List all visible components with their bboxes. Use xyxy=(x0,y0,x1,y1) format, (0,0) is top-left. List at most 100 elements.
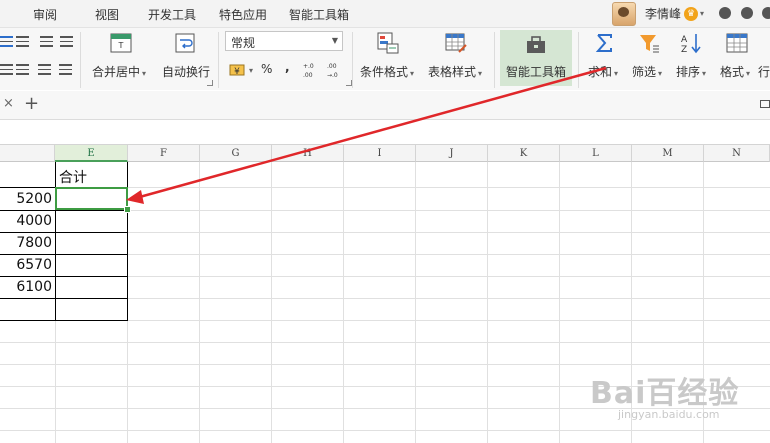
sum-button[interactable]: 求和 ▾ xyxy=(588,63,618,80)
menu-view[interactable]: 视图 xyxy=(95,6,119,23)
grid-line xyxy=(0,342,770,343)
selected-cell-e[interactable] xyxy=(55,187,128,210)
svg-text:.00: .00 xyxy=(327,63,337,70)
chevron-down-icon[interactable]: ▾ xyxy=(410,69,414,78)
decrease-decimal-icon[interactable]: .00 →.0 xyxy=(327,61,343,79)
filter-button[interactable]: 筛选 ▾ xyxy=(632,63,662,80)
close-tab-icon[interactable]: × xyxy=(3,96,14,111)
cell-d-value[interactable]: 6570 xyxy=(0,257,52,273)
fill-handle[interactable] xyxy=(124,206,131,213)
formula-bar[interactable] xyxy=(0,120,770,145)
cell-d-value[interactable]: 6100 xyxy=(0,279,52,295)
table-style-button[interactable]: 表格样式 ▾ xyxy=(428,63,482,80)
chevron-down-icon[interactable]: ▾ xyxy=(249,66,253,75)
wrap-text-icon[interactable] xyxy=(174,32,196,54)
help-icon[interactable] xyxy=(762,7,770,19)
table-style-icon[interactable] xyxy=(445,32,467,54)
sort-icon[interactable]: A Z xyxy=(680,32,702,54)
chevron-down-icon[interactable]: ▾ xyxy=(142,69,146,78)
avatar[interactable] xyxy=(612,1,636,26)
smart-toolbox-button[interactable]: 智能工具箱 xyxy=(500,30,572,86)
cell-d-value[interactable]: 7800 xyxy=(0,235,52,251)
conditional-format-icon[interactable] xyxy=(377,32,399,54)
svg-text:A: A xyxy=(681,35,688,45)
grid-line xyxy=(199,162,200,443)
new-tab-button[interactable]: + xyxy=(24,93,39,114)
align-right-icon[interactable] xyxy=(38,64,51,75)
svg-text:→.0: →.0 xyxy=(327,72,338,79)
align-center-icon[interactable] xyxy=(16,36,29,47)
divider xyxy=(352,32,353,88)
menu-review[interactable]: 审阅 xyxy=(33,6,57,23)
conditional-format-button[interactable]: 条件格式 ▾ xyxy=(360,63,414,80)
table-style-label: 表格样式 xyxy=(428,65,477,79)
column-header-g[interactable]: G xyxy=(200,145,272,162)
merge-center-icon[interactable]: T xyxy=(110,32,132,54)
ribbon: T 合并居中 ▾ 自动换行 常规 ▼ ¥ ▾ % , +.0 .00 .00 →.… xyxy=(0,28,770,90)
merge-center-label: 合并居中 xyxy=(92,65,141,79)
sum-icon[interactable] xyxy=(594,32,616,54)
comma-button[interactable]: , xyxy=(285,60,290,74)
format-icon[interactable] xyxy=(726,32,748,54)
column-header-d[interactable] xyxy=(0,145,55,162)
number-format-select[interactable]: 常规 ▼ xyxy=(225,31,343,51)
user-name[interactable]: 李情峰 xyxy=(645,5,681,22)
svg-text:T: T xyxy=(118,41,124,50)
align-middle-icon[interactable] xyxy=(16,64,29,75)
chevron-down-icon[interactable]: ▾ xyxy=(658,69,662,78)
chevron-down-icon[interactable]: ▾ xyxy=(614,69,618,78)
column-header-j[interactable]: J xyxy=(416,145,488,162)
cell-d-value[interactable]: 5200 xyxy=(0,191,52,207)
chevron-down-icon[interactable]: ▾ xyxy=(700,9,704,18)
align-left-icon[interactable] xyxy=(0,36,13,47)
wrap-text-button[interactable]: 自动换行 xyxy=(162,63,210,80)
column-header-h[interactable]: H xyxy=(272,145,344,162)
column-header-n[interactable]: N xyxy=(704,145,770,162)
toolbox-icon xyxy=(527,36,545,53)
column-header-i[interactable]: I xyxy=(344,145,416,162)
smart-toolbox-label: 智能工具箱 xyxy=(506,65,567,79)
column-header-e[interactable]: E xyxy=(55,145,128,162)
cell-d-value[interactable]: 4000 xyxy=(0,213,52,229)
grid-line xyxy=(559,162,560,443)
column-header-m[interactable]: M xyxy=(632,145,704,162)
cell-e-header-total[interactable]: 合计 xyxy=(59,167,87,187)
chevron-down-icon[interactable]: ▼ xyxy=(332,36,338,45)
align-bottom-icon[interactable] xyxy=(0,64,13,75)
grid-line xyxy=(0,430,770,431)
filter-label: 筛选 xyxy=(632,65,657,79)
border-line xyxy=(0,210,128,211)
merge-center-button[interactable]: 合并居中 ▾ xyxy=(92,63,146,80)
percent-button[interactable]: % xyxy=(261,62,272,76)
grid-line xyxy=(343,162,344,443)
restore-window-icon[interactable] xyxy=(760,100,770,108)
svg-text:¥: ¥ xyxy=(234,67,240,77)
format-button[interactable]: 格式 ▾ xyxy=(720,63,750,80)
settings-icon[interactable] xyxy=(741,7,753,19)
chevron-down-icon[interactable]: ▾ xyxy=(702,69,706,78)
menu-special-apps[interactable]: 特色应用 xyxy=(219,6,267,23)
column-header-l[interactable]: L xyxy=(560,145,632,162)
currency-icon[interactable]: ¥ xyxy=(229,62,245,78)
document-tab-bar: × + xyxy=(0,91,770,120)
indent-decrease-icon[interactable] xyxy=(40,36,53,47)
filter-icon[interactable] xyxy=(638,32,660,54)
indent-increase-icon[interactable] xyxy=(60,36,73,47)
chevron-down-icon[interactable]: ▾ xyxy=(478,69,482,78)
menu-developer-tools[interactable]: 开发工具 xyxy=(148,6,196,23)
sort-button[interactable]: 排序 ▾ xyxy=(676,63,706,80)
column-header-f[interactable]: F xyxy=(128,145,200,162)
format-label: 格式 xyxy=(720,65,745,79)
crown-icon: ♛ xyxy=(684,6,699,21)
sort-label: 排序 xyxy=(676,65,701,79)
menu-smart-toolbox[interactable]: 智能工具箱 xyxy=(289,6,349,23)
divider xyxy=(494,32,495,88)
share-icon[interactable] xyxy=(719,7,731,19)
rows-button[interactable]: 行 xyxy=(758,63,770,80)
chevron-down-icon[interactable]: ▾ xyxy=(746,69,750,78)
user-account[interactable]: 李情峰 ♛ ▾ xyxy=(612,0,704,27)
distribute-icon[interactable] xyxy=(59,64,72,75)
column-header-k[interactable]: K xyxy=(488,145,560,162)
dialog-launcher-icon[interactable] xyxy=(207,80,213,86)
increase-decimal-icon[interactable]: +.0 .00 xyxy=(303,61,319,79)
